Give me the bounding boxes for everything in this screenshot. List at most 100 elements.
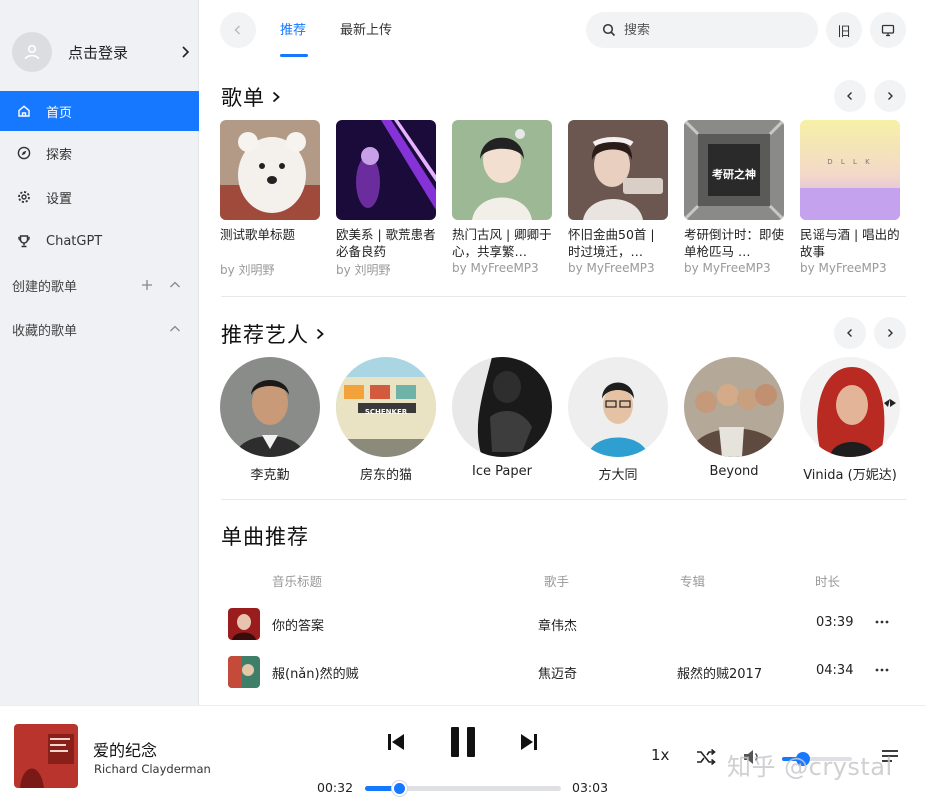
playlist-cover: 考研之神: [684, 120, 784, 220]
column-header-artist: 歌手: [544, 574, 570, 589]
artist-card[interactable]: Ice Paper: [452, 357, 552, 479]
current-time: 00:32: [317, 780, 354, 795]
artist-avatar: SCHENKER: [336, 357, 436, 457]
sidebar: 点击登录 首页 探索 设置 ChatGPT 创建的歌单 收藏的歌单: [0, 0, 199, 705]
chevron-right-icon: [271, 90, 283, 104]
playlist-cover: [336, 120, 436, 220]
sidebar-item-label: 设置: [46, 191, 73, 207]
artist-card[interactable]: 李克勤: [220, 357, 320, 483]
artist-card[interactable]: Beyond: [684, 357, 784, 479]
progress-bar[interactable]: [365, 781, 561, 796]
playlist-title: 民谣与酒 | 唱出的故事: [800, 227, 900, 259]
chevron-right-icon: [888, 329, 893, 337]
avatar: [12, 32, 52, 72]
search-input[interactable]: [624, 22, 804, 38]
collected-playlists-section[interactable]: 收藏的歌单: [0, 307, 199, 351]
section-label: 创建的歌单: [12, 279, 78, 295]
table-row[interactable]: 你的答案 章伟杰 03:39: [220, 602, 910, 646]
previous-button[interactable]: [384, 730, 408, 754]
playlist-card[interactable]: 欧美系 | 歌荒患者必备良药 by 刘明野: [336, 120, 436, 278]
playlists-prev-button[interactable]: [834, 80, 866, 112]
skip-previous-icon: [388, 734, 404, 750]
playlists-next-button[interactable]: [874, 80, 906, 112]
playlist-title: 怀旧金曲50首 | 时过境迁，…: [568, 227, 655, 259]
login-button[interactable]: 点击登录: [12, 31, 192, 73]
search-box[interactable]: [586, 12, 818, 48]
playlist-author: by 刘明野: [220, 263, 275, 277]
artist-card[interactable]: Vinida (万妮达): [800, 357, 900, 483]
progress-handle[interactable]: [392, 781, 408, 796]
search-icon: [602, 23, 616, 37]
artist-name: 方大同: [598, 468, 638, 483]
artists-prev-button[interactable]: [834, 317, 866, 349]
sidebar-item-label: ChatGPT: [46, 233, 103, 249]
artist-card[interactable]: SCHENKER 房东的猫: [336, 357, 436, 483]
user-icon: [24, 44, 40, 60]
chevron-up-icon[interactable]: [167, 277, 183, 293]
playlist-card[interactable]: D L L K 民谣与酒 | 唱出的故事 by MyFreeMP3: [800, 120, 900, 275]
home-icon: [16, 103, 32, 119]
gear-icon: [16, 189, 32, 205]
shuffle-button[interactable]: [694, 746, 718, 768]
song-title: 你的答案: [272, 619, 325, 634]
artist-name: Vinida (万妮达): [803, 468, 897, 483]
sidebar-item-home[interactable]: 首页: [0, 91, 199, 131]
sidebar-item-chatgpt[interactable]: ChatGPT: [0, 219, 199, 263]
monitor-icon: [881, 24, 895, 37]
playlist-cover: [452, 120, 552, 220]
artist-name: 李克勤: [250, 468, 290, 483]
column-header-title: 音乐标题: [272, 574, 323, 589]
chevron-left-icon: [847, 92, 852, 100]
artists-next-button[interactable]: [874, 317, 906, 349]
monitor-button[interactable]: [870, 12, 906, 48]
pause-icon: [451, 727, 475, 757]
artist-avatar: [684, 357, 784, 457]
playlist-card[interactable]: 考研之神 考研倒计时：即使单枪匹马 … by MyFreeMP3: [684, 120, 784, 275]
playlist-card[interactable]: 热门古风 | 卿卿于心，共享繁… by MyFreeMP3: [452, 120, 552, 275]
song-artist[interactable]: 章伟杰: [538, 615, 577, 634]
artist-avatar: [452, 357, 552, 457]
artists-title: 推荐艺人: [221, 323, 309, 347]
add-icon[interactable]: [139, 277, 155, 293]
more-options-button[interactable]: [870, 610, 894, 634]
next-button[interactable]: [517, 730, 541, 754]
song-artist[interactable]: 焦迈奇: [538, 663, 577, 682]
chevron-right-icon: [182, 46, 190, 58]
artist-avatar: [800, 357, 900, 457]
playlists-heading[interactable]: 歌单: [221, 82, 283, 112]
artist-card[interactable]: 方大同: [568, 357, 668, 483]
tab-recommend[interactable]: 推荐: [280, 19, 306, 38]
column-header-duration: 时长: [815, 574, 841, 589]
now-playing-cover[interactable]: [14, 724, 78, 788]
back-button[interactable]: [220, 12, 256, 48]
sidebar-item-settings[interactable]: 设置: [0, 175, 199, 219]
legacy-mode-button[interactable]: 旧: [826, 12, 862, 48]
chevron-right-icon: [315, 327, 327, 341]
artists-heading[interactable]: 推荐艺人: [221, 319, 327, 349]
more-icon: [875, 668, 889, 672]
sidebar-item-label: 首页: [46, 105, 73, 121]
playlists-title: 歌单: [221, 86, 265, 110]
now-playing-title[interactable]: 爱的纪念: [93, 737, 157, 761]
table-row[interactable]: 赧(nǎn)然的贼 焦迈奇 赧然的贼2017 04:34: [220, 650, 910, 694]
playlist-title: 欧美系 | 歌荒患者必备良药: [336, 227, 436, 259]
divider: [221, 499, 906, 500]
total-time: 03:03: [572, 780, 609, 795]
shop-sign-text: SCHENKER: [364, 408, 408, 416]
login-label: 点击登录: [68, 43, 129, 62]
playlist-card[interactable]: 测试歌单标题 by 刘明野: [220, 120, 320, 278]
skip-next-icon: [521, 734, 537, 750]
song-album[interactable]: 赧然的贼2017: [677, 663, 762, 682]
player-bar: 爱的纪念 Richard Clayderman 00:32 03:03 1x 知…: [0, 705, 926, 805]
more-options-button[interactable]: [870, 658, 894, 682]
created-playlists-section[interactable]: 创建的歌单: [0, 263, 199, 307]
playlist-author: by MyFreeMP3: [568, 261, 655, 275]
playback-speed-button[interactable]: 1x: [651, 746, 669, 764]
pause-button[interactable]: [446, 724, 480, 760]
playlist-card[interactable]: 怀旧金曲50首 | 时过境迁，… by MyFreeMP3: [568, 120, 668, 275]
tab-latest-uploads[interactable]: 最新上传: [340, 19, 392, 38]
sidebar-item-explore[interactable]: 探索: [0, 131, 199, 175]
playlist-title: 测试歌单标题: [220, 227, 296, 242]
chevron-up-icon[interactable]: [167, 321, 183, 337]
now-playing-artist[interactable]: Richard Clayderman: [94, 762, 211, 776]
